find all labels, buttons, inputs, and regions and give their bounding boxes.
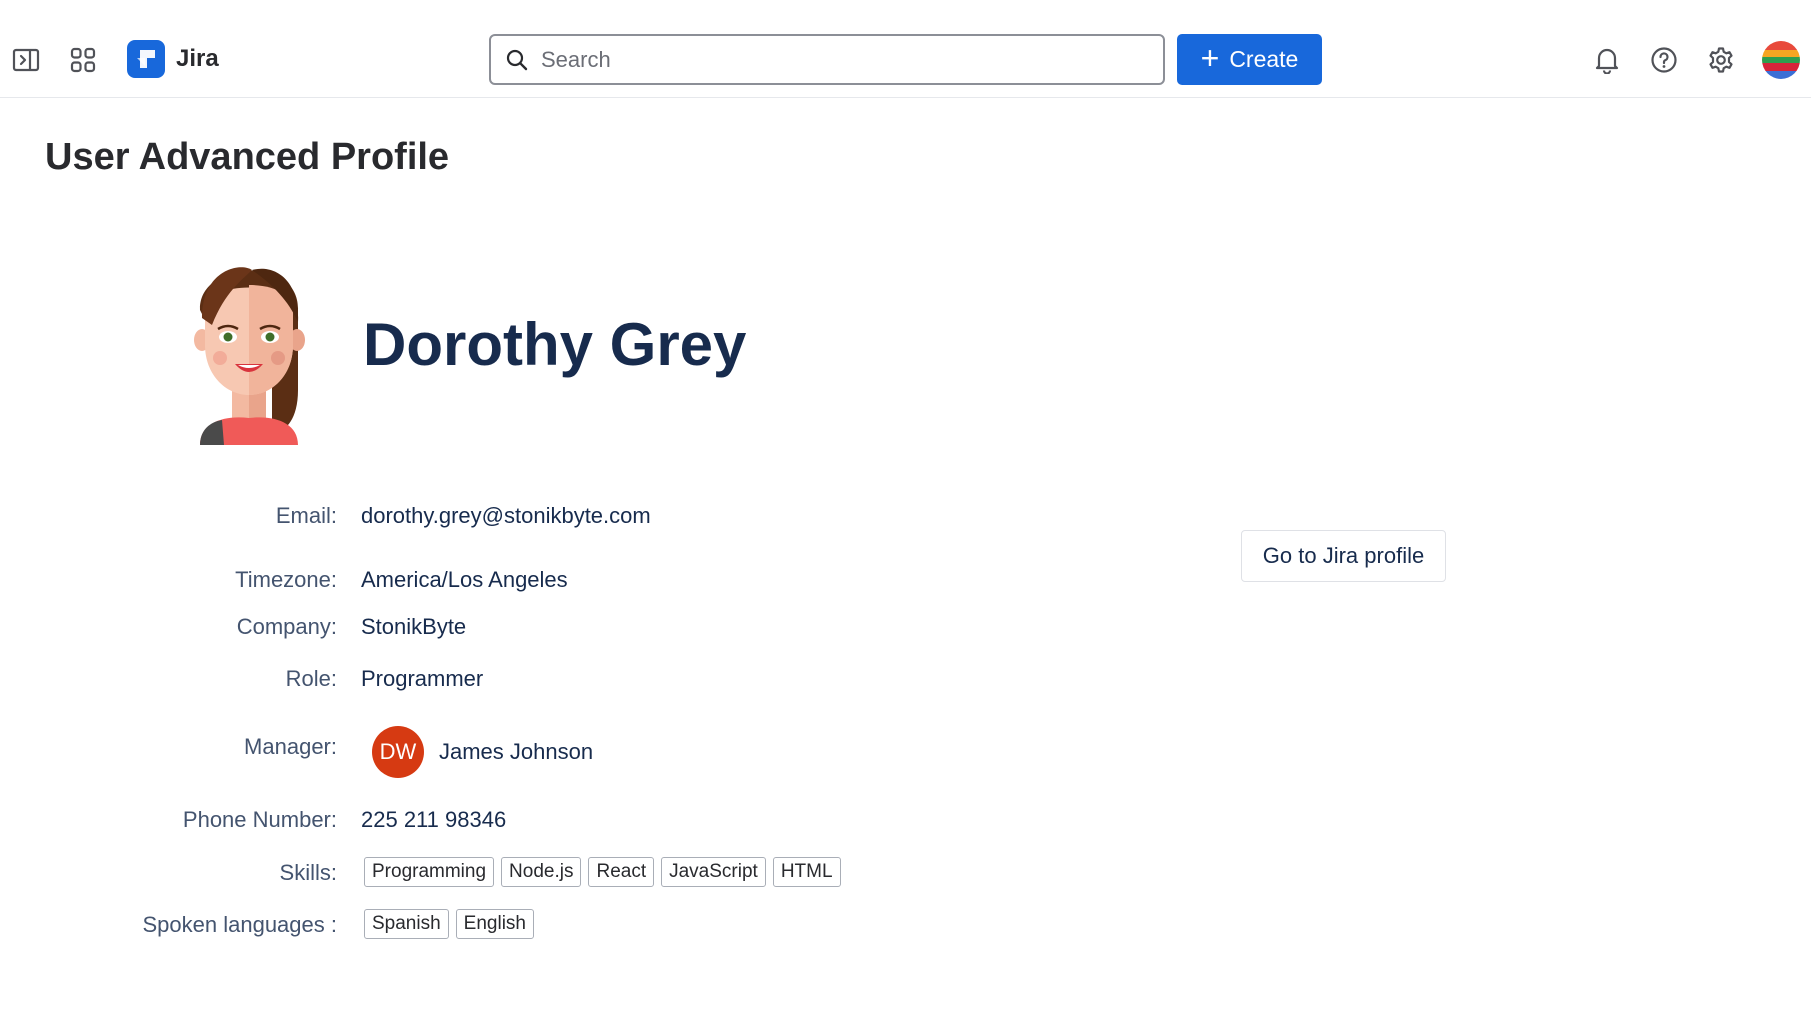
- plus-icon: +: [1200, 40, 1220, 76]
- skills-label: Skills:: [279, 860, 337, 885]
- skill-tag: Programming: [364, 857, 495, 887]
- page-title: User Advanced Profile: [45, 136, 450, 178]
- app-name: Jira: [176, 45, 219, 72]
- profile-portrait: [180, 240, 320, 450]
- skill-tag: HTML: [772, 857, 841, 887]
- languages-label: Spoken languages :: [142, 912, 338, 937]
- role-label: Role:: [285, 666, 337, 691]
- phone-value: 225 211 98346: [361, 807, 507, 832]
- manager-name: James Johnson: [439, 739, 594, 764]
- company-label: Company:: [236, 614, 337, 639]
- create-button-label: Create: [1229, 46, 1299, 72]
- skills-tag-list: Programming Node.js React JavaScript HTM…: [364, 857, 841, 887]
- notifications-bell-icon[interactable]: [1587, 40, 1627, 80]
- role-value: Programmer: [361, 666, 484, 691]
- manager-label: Manager:: [244, 734, 337, 759]
- timezone-value: America/Los Angeles: [361, 567, 568, 592]
- manager-avatar[interactable]: DW: [372, 726, 424, 778]
- skill-tag: JavaScript: [661, 857, 766, 887]
- go-to-jira-profile-button[interactable]: Go to Jira profile: [1241, 530, 1446, 582]
- timezone-label: Timezone:: [235, 567, 337, 592]
- search-icon: [505, 48, 529, 72]
- top-navigation-bar: Jira + Create: [0, 0, 1811, 98]
- jira-logo-icon: [127, 40, 165, 78]
- create-button[interactable]: + Create: [1177, 34, 1322, 85]
- languages-tag-list: Spanish English: [364, 909, 534, 939]
- help-icon[interactable]: [1644, 40, 1684, 80]
- language-tag: Spanish: [364, 909, 449, 939]
- user-avatar[interactable]: [1762, 41, 1800, 79]
- settings-gear-icon[interactable]: [1701, 40, 1741, 80]
- skill-tag: React: [588, 857, 655, 887]
- jira-logo[interactable]: Jira: [127, 40, 219, 78]
- phone-label: Phone Number:: [182, 807, 337, 832]
- sidebar-toggle-icon[interactable]: [6, 40, 46, 80]
- app-switcher-icon[interactable]: [63, 40, 103, 80]
- email-label: Email:: [275, 503, 337, 528]
- email-value: dorothy.grey@stonikbyte.com: [361, 503, 651, 528]
- user-display-name: Dorothy Grey: [363, 311, 747, 378]
- language-tag: English: [455, 909, 534, 939]
- search-box[interactable]: [489, 34, 1165, 85]
- search-input[interactable]: [541, 46, 1141, 73]
- company-value: StonikByte: [361, 614, 467, 639]
- manager-info: DW James Johnson: [372, 726, 593, 778]
- skill-tag: Node.js: [501, 857, 582, 887]
